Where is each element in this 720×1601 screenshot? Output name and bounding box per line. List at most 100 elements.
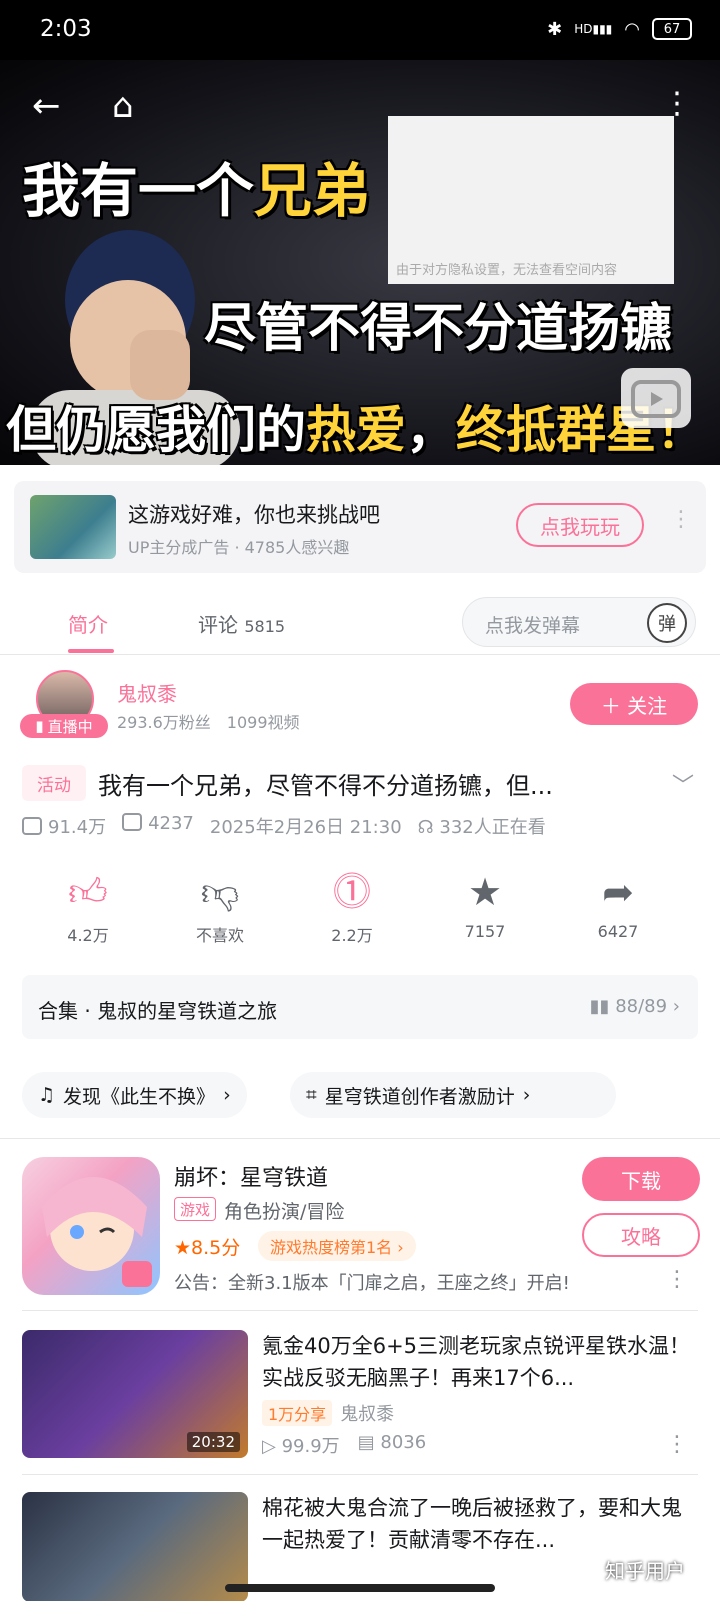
live-label: 直播中: [47, 717, 93, 736]
music-chip[interactable]: ♫ 发现《此生不换》 ›: [22, 1072, 247, 1118]
tab-comments[interactable]: 评论 5815: [198, 609, 285, 638]
divider: [22, 1310, 698, 1311]
ad-title: 这游戏好难，你也来挑战吧: [128, 503, 380, 527]
game-tag: 游戏: [174, 1197, 216, 1221]
play-count-icon: [22, 817, 42, 835]
caption-line2: 尽管不得不分道扬镳: [204, 299, 673, 359]
caption-line3-highlight: 热爱: [306, 401, 406, 459]
favorite-count: 7157: [464, 922, 506, 941]
rec-plays: 99.9万: [281, 1436, 340, 1457]
game-rank-badge[interactable]: 游戏热度榜第1名 ›: [258, 1231, 416, 1261]
caption-line3-comma: ，: [406, 401, 456, 459]
share-badge: 1万分享: [262, 1400, 333, 1426]
divider: [22, 1474, 698, 1475]
play-count-icon: ▷: [262, 1436, 276, 1457]
caption-line1-highlight: 兄弟: [254, 157, 371, 225]
tv-icon[interactable]: [621, 368, 691, 428]
video-player[interactable]: ← ⌂ ⋮ 由于对方隐私设置，无法查看空间内容 我有一个兄弟 尽管不得不分道扬镳…: [0, 60, 720, 465]
action-bar: 👍︎ 4.2万 👎︎ 不喜欢 ⓵ 2.2万 ★ 7157 ➦ 6427: [0, 870, 720, 950]
share-button[interactable]: ➦ 6427: [558, 870, 678, 941]
live-badge[interactable]: ▮ 直播中: [20, 714, 108, 738]
favorite-button[interactable]: ★ 7157: [425, 870, 545, 941]
follow-button[interactable]: ＋ 关注: [570, 683, 698, 725]
game-notice: 公告：全新3.1版本「门扉之启，王座之终」开启!: [174, 1273, 570, 1294]
chevron-down-icon[interactable]: ﹀: [672, 768, 694, 800]
video-meta: 91.4万 4237 2025年2月26日 21:30 ☊ 332人正在看: [22, 813, 546, 839]
rec-title[interactable]: 棉花被大鬼合流了一晚后被拯救了，要和大鬼一起热爱了！贡献清零不存在...: [262, 1492, 702, 1556]
back-icon[interactable]: ←: [32, 86, 61, 126]
battery-icon: 67: [652, 18, 692, 40]
play-count: 91.4万: [48, 817, 107, 838]
viewers-icon: ☊: [417, 817, 434, 838]
ad-subtitle: UP主分成广告 · 4785人感兴趣: [128, 538, 350, 557]
game-title[interactable]: 崩坏：星穹铁道: [174, 1160, 328, 1192]
ad-thumbnail: [30, 495, 116, 559]
rec-danmaku: 8036: [380, 1432, 427, 1453]
thumbs-up-icon: 👍︎: [68, 870, 108, 914]
guide-button[interactable]: 攻略: [582, 1213, 700, 1257]
uploader-name[interactable]: 鬼叔黍: [117, 678, 177, 707]
ad-more-icon[interactable]: ⋮: [670, 507, 692, 532]
tab-underline: [68, 649, 114, 653]
home-indicator[interactable]: [225, 1584, 495, 1592]
caption-line3: 但仍愿我们的: [6, 401, 306, 459]
like-count: 4.2万: [67, 926, 109, 945]
like-button[interactable]: 👍︎ 4.2万: [28, 870, 148, 946]
music-note-icon: ♫: [38, 1084, 56, 1106]
game-icon[interactable]: [22, 1157, 160, 1295]
collection-bar[interactable]: 合集 · 鬼叔的星穹铁道之旅 ▮▮ 88/89 ›: [22, 975, 698, 1039]
music-chip-label: 发现《此生不换》: [63, 1085, 216, 1108]
privacy-text: 由于对方隐私设置，无法查看空间内容: [396, 263, 618, 278]
activity-tag[interactable]: 活动: [22, 765, 86, 801]
live-bars-icon: ▮: [35, 717, 44, 735]
tab-bar: 简介 评论 5815 点我发弹幕 弹: [0, 585, 720, 655]
tab-intro[interactable]: 简介: [68, 609, 108, 638]
video-duration: 20:32: [186, 1432, 240, 1452]
watching-count: 332人正在看: [439, 817, 546, 838]
comment-count: 5815: [244, 617, 286, 636]
topic-chip[interactable]: ⌗ 星穹铁道创作者激励计 ›: [290, 1072, 616, 1118]
danmaku-count: 4237: [148, 813, 194, 834]
caption-line1: 我有一个: [22, 157, 255, 225]
publish-date: 2025年2月26日 21:30: [209, 817, 402, 838]
video-title: 我有一个兄弟，尽管不得不分道扬镳，但...: [98, 772, 553, 800]
home-icon[interactable]: ⌂: [112, 86, 134, 126]
dislike-label: 不喜欢: [195, 926, 244, 945]
share-count: 6427: [597, 922, 639, 941]
uploader-stats: 293.6万粉丝 1099视频: [117, 713, 300, 732]
bluetooth-icon: ✱: [547, 18, 563, 40]
game-category: 角色扮演/冒险: [224, 1201, 345, 1223]
tab-comments-label: 评论: [198, 613, 238, 637]
star-icon: ★: [467, 870, 503, 914]
ad-card[interactable]: 这游戏好难，你也来挑战吧 UP主分成广告 · 4785人感兴趣 点我玩玩 ⋮: [14, 481, 706, 573]
status-icons: ✱ HD▮▮▮ ◠ 67: [547, 18, 692, 40]
watermark: 知乎用户: [605, 1559, 685, 1583]
rec-title[interactable]: 氪金40万全6+5三测老玩家点锐评星铁水温！实战反驳无脑黑子！再来17个6...: [262, 1330, 702, 1394]
divider: [0, 1138, 720, 1139]
status-bar: 2:03 ✱ HD▮▮▮ ◠ 67: [0, 0, 720, 60]
download-button[interactable]: 下载: [582, 1157, 700, 1201]
game-score: ★8.5分: [174, 1237, 241, 1259]
coin-icon: ⓵: [332, 870, 371, 914]
coin-button[interactable]: ⓵ 2.2万: [292, 870, 412, 946]
collection-title: 合集 · 鬼叔的星穹铁道之旅: [38, 999, 278, 1023]
game-more-icon[interactable]: ⋮: [666, 1267, 688, 1292]
status-time: 2:03: [40, 16, 92, 42]
rec-thumbnail[interactable]: [22, 1492, 248, 1601]
rec-uploader: 鬼叔黍: [340, 1404, 395, 1425]
ad-play-button[interactable]: 点我玩玩: [516, 503, 644, 547]
rec-more-icon[interactable]: ⋮: [666, 1432, 688, 1457]
rec-thumbnail[interactable]: 20:32: [22, 1330, 248, 1458]
audio-bars-icon: ▮▮: [589, 996, 610, 1017]
share-icon: ➦: [602, 870, 634, 914]
signal-icon: HD▮▮▮: [574, 22, 613, 36]
thumbs-down-icon: 👎︎: [200, 870, 240, 914]
danmaku-icon[interactable]: 弹: [647, 603, 687, 643]
dislike-button[interactable]: 👎︎ 不喜欢: [160, 870, 280, 946]
danmaku-count-icon: ▤: [357, 1432, 375, 1453]
danmaku-count-icon: [122, 813, 143, 831]
danmaku-input[interactable]: 点我发弹幕 弹: [462, 597, 696, 647]
hashtag-icon: ⌗: [306, 1084, 317, 1106]
privacy-placeholder: 由于对方隐私设置，无法查看空间内容: [388, 116, 674, 284]
wifi-icon: ◠: [624, 18, 640, 40]
